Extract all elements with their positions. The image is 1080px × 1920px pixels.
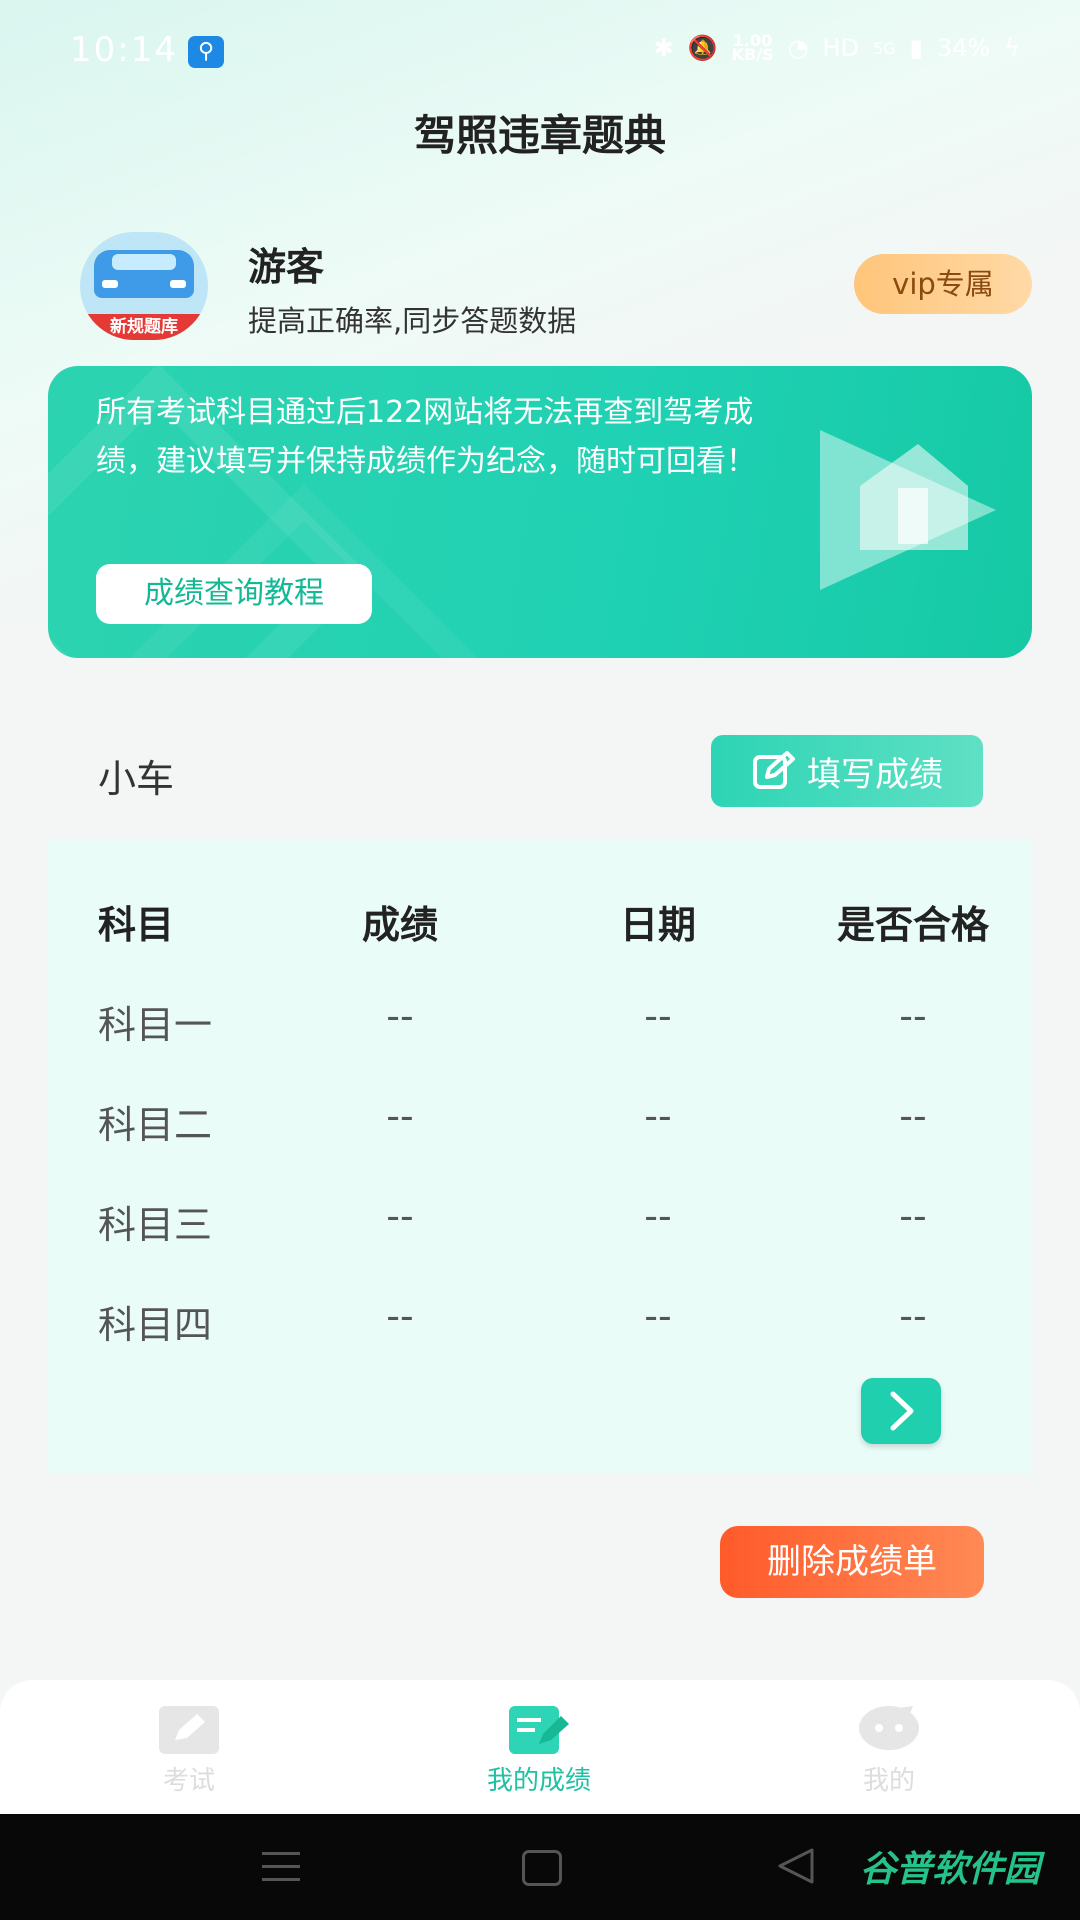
banner-text: 所有考试科目通过后122网站将无法再查到驾考成绩，建议填写并保持成绩作为纪念，随… bbox=[96, 395, 756, 479]
row-date: -- bbox=[644, 1294, 672, 1338]
chat-face-icon bbox=[859, 1706, 919, 1750]
tab-mine-label: 我的 bbox=[862, 1766, 915, 1796]
watermark: 谷普软件园 bbox=[860, 1849, 1041, 1890]
table-row: 科目三 -- -- -- bbox=[48, 1194, 1032, 1254]
header-score: 成绩 bbox=[361, 903, 438, 947]
wifi-icon: ◔ bbox=[787, 34, 809, 62]
battery-level: 34% bbox=[936, 34, 991, 62]
charging-icon: ϟ bbox=[1004, 34, 1020, 62]
table-row: 科目二 -- -- -- bbox=[48, 1094, 1032, 1154]
row-date: -- bbox=[644, 994, 672, 1038]
page-title: 驾照违章题典 bbox=[413, 111, 666, 160]
tab-mine[interactable]: 我的 bbox=[779, 1680, 999, 1814]
bluetooth-icon: ✱ bbox=[653, 34, 674, 62]
table-row: 科目四 -- -- -- bbox=[48, 1294, 1032, 1354]
row-date: -- bbox=[644, 1094, 672, 1138]
avatar[interactable]: 新规题库 bbox=[80, 232, 208, 340]
user-name[interactable]: 游客 bbox=[248, 236, 324, 291]
play-icon bbox=[820, 430, 996, 590]
network-type: 5G bbox=[873, 38, 896, 58]
header-date: 日期 bbox=[619, 903, 696, 947]
vehicle-type-label: 小车 bbox=[98, 757, 175, 801]
avatar-tag: 新规题库 bbox=[80, 314, 208, 340]
net-speed-unit: KB/S bbox=[731, 45, 774, 64]
row-score: -- bbox=[386, 1194, 414, 1238]
car-icon bbox=[94, 250, 194, 298]
header-passed: 是否合格 bbox=[836, 903, 989, 947]
status-time: 10:14 bbox=[70, 30, 178, 70]
score-tutorial-button[interactable]: 成绩查询教程 bbox=[96, 564, 372, 624]
hd-label: HD bbox=[822, 34, 860, 62]
row-score: -- bbox=[386, 1294, 414, 1338]
row-score: -- bbox=[386, 994, 414, 1038]
row-passed: -- bbox=[899, 1094, 927, 1138]
score-banner: 所有考试科目通过后122网站将无法再查到驾考成绩，建议填写并保持成绩作为纪念，随… bbox=[48, 366, 1032, 658]
row-passed: -- bbox=[899, 1294, 927, 1338]
row-passed: -- bbox=[899, 994, 927, 1038]
row-passed: -- bbox=[899, 1194, 927, 1238]
status-icons: ✱ 🔕 1.00 KB/S ◔ HD 5G ▮ 34% ϟ bbox=[653, 33, 1020, 64]
status-bar: 10:14 ⚲ ✱ 🔕 1.00 KB/S ◔ HD 5G ▮ 34% ϟ bbox=[0, 0, 1080, 100]
mute-bell-icon: 🔕 bbox=[687, 34, 718, 62]
home-icon[interactable] bbox=[522, 1850, 562, 1886]
chevron-right-icon bbox=[890, 1391, 914, 1431]
table-header: 科目 成绩 日期 是否合格 bbox=[48, 894, 1032, 954]
pencil-icon bbox=[159, 1706, 219, 1754]
row-date: -- bbox=[644, 1194, 672, 1238]
recent-apps-icon[interactable] bbox=[262, 1852, 300, 1882]
next-button[interactable] bbox=[861, 1378, 941, 1444]
fill-score-button[interactable]: 填写成绩 bbox=[711, 735, 983, 807]
usb-icon: ⚲ bbox=[188, 36, 224, 68]
system-nav-bar: 谷普软件园 bbox=[0, 1814, 1080, 1920]
row-score: -- bbox=[386, 1094, 414, 1138]
tab-exam[interactable]: 考试 bbox=[79, 1680, 299, 1814]
bottom-tab-bar: 考试 我的成绩 我的 bbox=[0, 1680, 1080, 1814]
signal-icon: ▮ bbox=[909, 34, 923, 62]
tab-my-scores[interactable]: 我的成绩 bbox=[429, 1680, 649, 1814]
back-icon[interactable] bbox=[776, 1848, 816, 1884]
table-row: 科目一 -- -- -- bbox=[48, 994, 1032, 1054]
delete-score-button[interactable]: 删除成绩单 bbox=[720, 1526, 984, 1598]
edit-icon bbox=[753, 751, 795, 789]
fill-score-label: 填写成绩 bbox=[807, 754, 943, 795]
user-subtitle[interactable]: 提高正确率,同步答题数据 bbox=[248, 298, 576, 340]
score-edit-icon bbox=[509, 1706, 569, 1754]
vip-button[interactable]: vip专属 bbox=[854, 254, 1032, 314]
tab-exam-label: 考试 bbox=[162, 1766, 215, 1796]
tab-my-scores-label: 我的成绩 bbox=[486, 1766, 591, 1796]
net-speed: 1.00 KB/S bbox=[731, 33, 774, 64]
